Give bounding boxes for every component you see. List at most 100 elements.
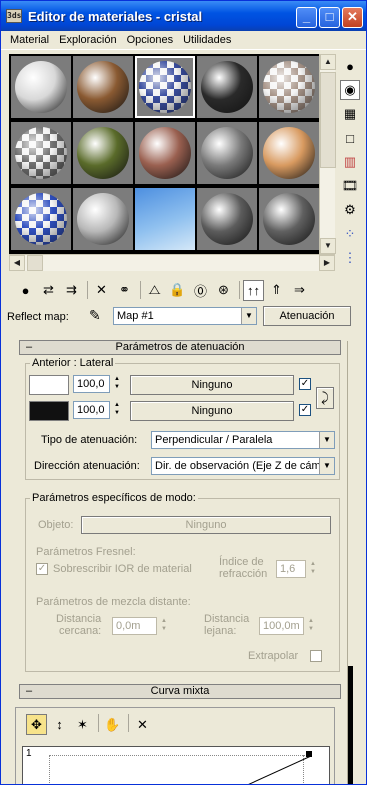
make-preview-icon[interactable]: 🎞 <box>340 176 360 196</box>
title-bar[interactable]: 3ds Editor de materiales - cristal _ □ ✕ <box>1 1 366 31</box>
hscroll-thumb[interactable] <box>27 255 43 271</box>
material-slot-medium-gray[interactable] <box>259 188 319 250</box>
chevron-down-icon[interactable]: ▼ <box>241 308 256 324</box>
spinner-arrows-icon[interactable]: ▲ ▼ <box>110 401 124 419</box>
curve-graph[interactable]: 1 <box>22 746 330 784</box>
video-color-check-icon[interactable]: ▥ <box>340 152 360 172</box>
make-unique-icon[interactable]: ⚭ <box>114 280 135 301</box>
side-map-button[interactable]: Ninguno <box>130 401 294 421</box>
curve-editor: ✥ ↕ ✶ ✋ ✕ 1 <box>15 707 335 784</box>
material-slot-dark-gray[interactable] <box>197 188 257 250</box>
spinner-arrows-icon[interactable]: ▲ ▼ <box>157 617 171 635</box>
app-icon[interactable]: 3ds <box>6 9 22 23</box>
map-name-dropdown[interactable]: Map #1 ▼ <box>113 307 257 325</box>
show-map-in-viewport-icon[interactable]: ⊛ <box>213 280 234 301</box>
scroll-up-arrow-icon[interactable]: ▲ <box>320 54 336 70</box>
side-map-enable-checkbox[interactable]: ✓ <box>299 404 311 416</box>
separator <box>239 281 240 299</box>
spinner-arrows-icon[interactable]: ▲ ▼ <box>110 375 124 393</box>
material-slot-light-gray[interactable] <box>73 188 133 250</box>
side-color-swatch[interactable] <box>29 401 69 421</box>
material-effects-channel-icon[interactable]: 🔒 <box>167 280 188 301</box>
scroll-right-arrow-icon[interactable]: ▶ <box>319 255 335 271</box>
move-point-icon[interactable]: ✥ <box>26 714 47 735</box>
go-forward-to-sibling-icon[interactable]: ⇒ <box>289 280 310 301</box>
material-slot-checker-gray[interactable] <box>11 122 71 184</box>
maximize-button[interactable]: □ <box>319 7 340 28</box>
insert-point-icon[interactable]: ✶ <box>72 714 93 735</box>
delete-point-icon[interactable]: ✕ <box>132 714 153 735</box>
get-material-icon[interactable]: ● <box>15 280 36 301</box>
override-ior-checkbox[interactable]: ✓ <box>36 563 48 575</box>
minimize-button[interactable]: _ <box>296 7 317 28</box>
material-map-navigator-icon[interactable]: ⋮ <box>340 248 360 268</box>
front-color-swatch[interactable] <box>29 375 69 395</box>
falloff-direction-dropdown[interactable]: Dir. de observación (Eje Z de cám ▼ <box>151 457 335 475</box>
near-distance-spinner[interactable]: 0,0m ▲ ▼ <box>112 617 167 635</box>
scroll-left-arrow-icon[interactable]: ◀ <box>9 255 25 271</box>
menu-opciones[interactable]: Opciones <box>122 34 178 46</box>
curva-mixta-rollout-header[interactable]: – Curva mixta <box>19 684 341 699</box>
falloff-type-dropdown[interactable]: Perpendicular / Paralela ▼ <box>151 431 335 449</box>
material-slot-black[interactable] <box>197 56 257 118</box>
delete-icon[interactable]: ✕ <box>91 280 112 301</box>
material-sphere-icon <box>15 193 67 245</box>
chevron-down-icon[interactable]: ▼ <box>319 432 334 448</box>
scroll-thumb[interactable] <box>320 72 336 168</box>
extrapolate-checkbox[interactable] <box>310 650 322 662</box>
options-icon[interactable]: ⚙ <box>340 200 360 220</box>
material-slot-sky[interactable] <box>135 188 195 250</box>
show-end-result-icon[interactable]: ↑↑ <box>243 279 264 301</box>
group-title: Anterior : Lateral <box>30 357 116 369</box>
eyedropper-icon[interactable]: ✎ <box>89 307 101 324</box>
curve-end-point[interactable] <box>306 751 312 757</box>
material-slot-checker-brown-white[interactable] <box>259 56 319 118</box>
front-map-enable-checkbox[interactable]: ✓ <box>299 378 311 390</box>
swap-colors-icon[interactable]: ⤸ <box>316 387 334 409</box>
material-slot-skin[interactable] <box>259 122 319 184</box>
far-distance-spinner[interactable]: 100,0m ▲ ▼ <box>259 617 314 635</box>
pan-hand-icon[interactable]: ✋ <box>102 714 123 735</box>
spinner-arrows-icon[interactable]: ▲ ▼ <box>304 617 318 635</box>
material-slot-brown[interactable] <box>73 56 133 118</box>
menu-utilidades[interactable]: Utilidades <box>178 34 236 46</box>
map-type-button[interactable]: Atenuación <box>263 306 351 326</box>
scroll-down-arrow-icon[interactable]: ▼ <box>320 238 336 254</box>
material-id-icon[interactable]: ⓪ <box>190 280 211 301</box>
ior-spinner[interactable]: 1,6 ▲ ▼ <box>276 560 316 578</box>
material-slot-checker-blue-white[interactable] <box>11 188 71 250</box>
collapse-icon[interactable]: – <box>26 341 32 354</box>
sample-type-sphere-icon[interactable]: ● <box>340 56 360 76</box>
material-sphere-icon <box>139 127 191 179</box>
select-by-material-icon[interactable]: ⁘ <box>340 224 360 244</box>
material-sphere-icon <box>201 193 253 245</box>
curve-toolbar: ✥ ↕ ✶ ✋ ✕ <box>26 714 155 735</box>
material-slot-gray-granite[interactable] <box>197 122 257 184</box>
front-amount-spinner[interactable]: 100,0 ▲ ▼ <box>73 375 120 393</box>
menu-exploracion[interactable]: Exploración <box>54 34 121 46</box>
slots-horizontal-scrollbar[interactable]: ◀ ▶ <box>9 254 335 271</box>
put-to-library-icon[interactable]: ⧍ <box>144 280 165 301</box>
go-to-parent-icon[interactable]: ⇑ <box>266 280 287 301</box>
collapse-icon[interactable]: – <box>26 685 32 698</box>
sample-uv-tiling-icon[interactable]: □ <box>340 128 360 148</box>
spinner-arrows-icon[interactable]: ▲ ▼ <box>306 560 320 578</box>
material-slot-white[interactable] <box>11 56 71 118</box>
assign-material-icon[interactable]: ⇉ <box>61 280 82 301</box>
material-slot-copper[interactable] <box>135 122 195 184</box>
side-amount-spinner[interactable]: 100,0 ▲ ▼ <box>73 401 120 419</box>
front-map-button[interactable]: Ninguno <box>130 375 294 395</box>
material-slot-checker-multicolor[interactable] <box>135 56 195 118</box>
atenuacion-rollout-header[interactable]: – Parámetros de atenuación <box>19 340 341 355</box>
background-checker-icon[interactable]: ▦ <box>340 104 360 124</box>
object-button[interactable]: Ninguno <box>81 516 331 534</box>
side-amount-value: 100,0 <box>77 404 105 416</box>
backlight-icon[interactable]: ◉ <box>340 80 360 100</box>
slots-vertical-scrollbar[interactable]: ▲ ▼ <box>319 54 336 254</box>
close-button[interactable]: ✕ <box>342 7 363 28</box>
scale-point-icon[interactable]: ↕ <box>49 714 70 735</box>
menu-material[interactable]: Material <box>5 34 54 46</box>
chevron-down-icon[interactable]: ▼ <box>319 458 334 474</box>
put-material-icon[interactable]: ⇄ <box>38 280 59 301</box>
material-slot-green-moss[interactable] <box>73 122 133 184</box>
